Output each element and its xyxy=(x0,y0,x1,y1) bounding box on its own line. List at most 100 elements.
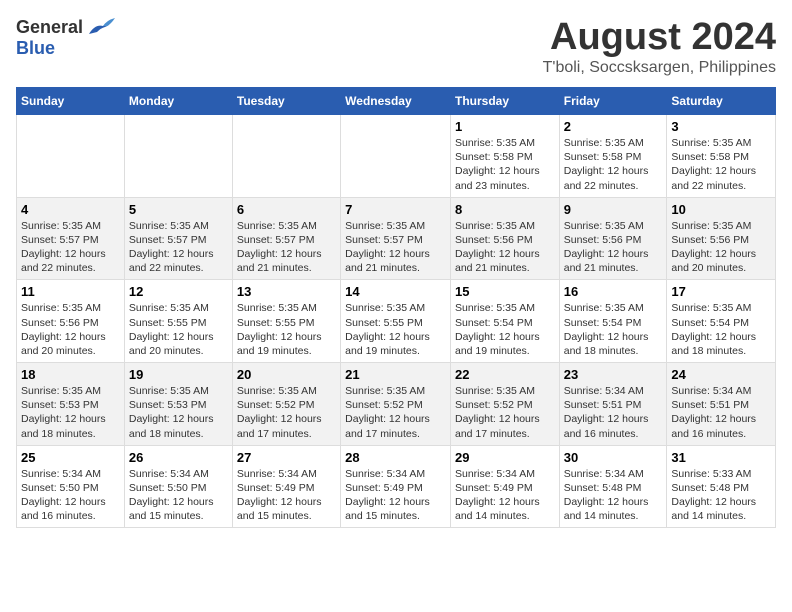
cell-sun-info: Sunrise: 5:35 AM Sunset: 5:53 PM Dayligh… xyxy=(129,384,228,441)
day-number: 10 xyxy=(671,202,771,217)
cell-sun-info: Sunrise: 5:35 AM Sunset: 5:55 PM Dayligh… xyxy=(345,301,446,358)
logo-general-text: General xyxy=(16,17,83,38)
calendar-cell: 13 Sunrise: 5:35 AM Sunset: 5:55 PM Dayli… xyxy=(232,280,340,363)
day-number: 7 xyxy=(345,202,446,217)
calendar-cell: 9 Sunrise: 5:35 AM Sunset: 5:56 PM Daylig… xyxy=(559,197,667,280)
day-number: 6 xyxy=(237,202,336,217)
calendar-cell: 19 Sunrise: 5:35 AM Sunset: 5:53 PM Dayli… xyxy=(124,363,232,446)
day-number: 29 xyxy=(455,450,555,465)
day-number: 9 xyxy=(564,202,663,217)
day-number: 20 xyxy=(237,367,336,382)
calendar-cell: 11 Sunrise: 5:35 AM Sunset: 5:56 PM Dayli… xyxy=(17,280,125,363)
cell-sun-info: Sunrise: 5:35 AM Sunset: 5:52 PM Dayligh… xyxy=(345,384,446,441)
calendar-week-row: 25 Sunrise: 5:34 AM Sunset: 5:50 PM Dayli… xyxy=(17,445,776,528)
calendar-table: SundayMondayTuesdayWednesdayThursdayFrid… xyxy=(16,87,776,528)
day-header-wednesday: Wednesday xyxy=(341,88,451,115)
calendar-header-row: SundayMondayTuesdayWednesdayThursdayFrid… xyxy=(17,88,776,115)
calendar-cell: 23 Sunrise: 5:34 AM Sunset: 5:51 PM Dayli… xyxy=(559,363,667,446)
day-number: 19 xyxy=(129,367,228,382)
day-number: 28 xyxy=(345,450,446,465)
calendar-cell: 3Sunrise: 5:35 AM Sunset: 5:58 PM Daylig… xyxy=(667,115,776,198)
calendar-cell: 17 Sunrise: 5:35 AM Sunset: 5:54 PM Dayli… xyxy=(667,280,776,363)
day-number: 31 xyxy=(671,450,771,465)
day-number: 13 xyxy=(237,284,336,299)
cell-sun-info: Sunrise: 5:35 AM Sunset: 5:54 PM Dayligh… xyxy=(564,301,663,358)
calendar-week-row: 18Sunrise: 5:35 AM Sunset: 5:53 PM Dayli… xyxy=(17,363,776,446)
day-number: 17 xyxy=(671,284,771,299)
calendar-cell: 1Sunrise: 5:35 AM Sunset: 5:58 PM Daylig… xyxy=(450,115,559,198)
cell-sun-info: Sunrise: 5:35 AM Sunset: 5:58 PM Dayligh… xyxy=(564,136,663,193)
logo-bird-icon xyxy=(87,16,115,38)
logo: General Blue xyxy=(16,16,115,59)
calendar-week-row: 4 Sunrise: 5:35 AM Sunset: 5:57 PM Daylig… xyxy=(17,197,776,280)
cell-sun-info: Sunrise: 5:34 AM Sunset: 5:51 PM Dayligh… xyxy=(564,384,663,441)
day-header-saturday: Saturday xyxy=(667,88,776,115)
day-header-monday: Monday xyxy=(124,88,232,115)
calendar-cell: 2 Sunrise: 5:35 AM Sunset: 5:58 PM Daylig… xyxy=(559,115,667,198)
day-number: 8 xyxy=(455,202,555,217)
calendar-cell: 25 Sunrise: 5:34 AM Sunset: 5:50 PM Dayli… xyxy=(17,445,125,528)
day-number: 11 xyxy=(21,284,120,299)
calendar-cell: 4 Sunrise: 5:35 AM Sunset: 5:57 PM Daylig… xyxy=(17,197,125,280)
day-number: 3 xyxy=(671,119,771,134)
calendar-cell: 16 Sunrise: 5:35 AM Sunset: 5:54 PM Dayli… xyxy=(559,280,667,363)
calendar-cell: 12 Sunrise: 5:35 AM Sunset: 5:55 PM Dayli… xyxy=(124,280,232,363)
calendar-cell: 8 Sunrise: 5:35 AM Sunset: 5:56 PM Daylig… xyxy=(450,197,559,280)
calendar-cell: 29 Sunrise: 5:34 AM Sunset: 5:49 PM Dayli… xyxy=(450,445,559,528)
calendar-week-row: 1 Sunrise: 5:35 AM Sunset: 5:58 PM Daylig… xyxy=(17,115,776,198)
calendar-cell: 5Sunrise: 5:35 AM Sunset: 5:57 PM Daylig… xyxy=(124,197,232,280)
day-number: 21 xyxy=(345,367,446,382)
logo-blue-text: Blue xyxy=(16,38,55,59)
day-header-sunday: Sunday xyxy=(17,88,125,115)
cell-sun-info: Sunrise: 5:34 AM Sunset: 5:49 PM Dayligh… xyxy=(455,467,555,524)
cell-sun-info: Sunrise: 5:35 AM Sunset: 5:57 PM Dayligh… xyxy=(237,219,336,276)
cell-sun-info: Sunrise: 5:35 AM Sunset: 5:55 PM Dayligh… xyxy=(237,301,336,358)
calendar-cell: 31 Sunrise: 5:33 AM Sunset: 5:48 PM Dayli… xyxy=(667,445,776,528)
day-number: 25 xyxy=(21,450,120,465)
calendar-cell: 14Sunrise: 5:35 AM Sunset: 5:55 PM Dayli… xyxy=(341,280,451,363)
cell-sun-info: Sunrise: 5:34 AM Sunset: 5:50 PM Dayligh… xyxy=(21,467,120,524)
cell-sun-info: Sunrise: 5:35 AM Sunset: 5:53 PM Dayligh… xyxy=(21,384,120,441)
calendar-cell: 10 Sunrise: 5:35 AM Sunset: 5:56 PM Dayli… xyxy=(667,197,776,280)
day-number: 1 xyxy=(455,119,555,134)
calendar-cell: 20Sunrise: 5:35 AM Sunset: 5:52 PM Dayli… xyxy=(232,363,340,446)
day-number: 15 xyxy=(455,284,555,299)
day-number: 5 xyxy=(129,202,228,217)
day-number: 26 xyxy=(129,450,228,465)
cell-sun-info: Sunrise: 5:33 AM Sunset: 5:48 PM Dayligh… xyxy=(671,467,771,524)
cell-sun-info: Sunrise: 5:35 AM Sunset: 5:52 PM Dayligh… xyxy=(455,384,555,441)
cell-sun-info: Sunrise: 5:34 AM Sunset: 5:49 PM Dayligh… xyxy=(237,467,336,524)
location-title: T'boli, Soccsksargen, Philippines xyxy=(543,59,776,77)
calendar-cell: 24 Sunrise: 5:34 AM Sunset: 5:51 PM Dayli… xyxy=(667,363,776,446)
cell-sun-info: Sunrise: 5:35 AM Sunset: 5:57 PM Dayligh… xyxy=(345,219,446,276)
day-number: 12 xyxy=(129,284,228,299)
day-number: 4 xyxy=(21,202,120,217)
cell-sun-info: Sunrise: 5:35 AM Sunset: 5:54 PM Dayligh… xyxy=(671,301,771,358)
calendar-cell: 30Sunrise: 5:34 AM Sunset: 5:48 PM Dayli… xyxy=(559,445,667,528)
calendar-cell: 18Sunrise: 5:35 AM Sunset: 5:53 PM Dayli… xyxy=(17,363,125,446)
cell-sun-info: Sunrise: 5:35 AM Sunset: 5:56 PM Dayligh… xyxy=(564,219,663,276)
cell-sun-info: Sunrise: 5:34 AM Sunset: 5:50 PM Dayligh… xyxy=(129,467,228,524)
cell-sun-info: Sunrise: 5:34 AM Sunset: 5:51 PM Dayligh… xyxy=(671,384,771,441)
calendar-cell: 26 Sunrise: 5:34 AM Sunset: 5:50 PM Dayli… xyxy=(124,445,232,528)
calendar-cell: 6 Sunrise: 5:35 AM Sunset: 5:57 PM Daylig… xyxy=(232,197,340,280)
day-header-friday: Friday xyxy=(559,88,667,115)
calendar-cell: 27Sunrise: 5:34 AM Sunset: 5:49 PM Dayli… xyxy=(232,445,340,528)
title-area: August 2024 T'boli, Soccsksargen, Philip… xyxy=(543,16,776,77)
calendar-cell xyxy=(341,115,451,198)
cell-sun-info: Sunrise: 5:35 AM Sunset: 5:55 PM Dayligh… xyxy=(129,301,228,358)
day-header-thursday: Thursday xyxy=(450,88,559,115)
day-number: 2 xyxy=(564,119,663,134)
day-number: 23 xyxy=(564,367,663,382)
calendar-week-row: 11 Sunrise: 5:35 AM Sunset: 5:56 PM Dayli… xyxy=(17,280,776,363)
day-number: 22 xyxy=(455,367,555,382)
cell-sun-info: Sunrise: 5:35 AM Sunset: 5:57 PM Dayligh… xyxy=(21,219,120,276)
day-number: 24 xyxy=(671,367,771,382)
cell-sun-info: Sunrise: 5:35 AM Sunset: 5:56 PM Dayligh… xyxy=(21,301,120,358)
calendar-cell: 15Sunrise: 5:35 AM Sunset: 5:54 PM Dayli… xyxy=(450,280,559,363)
calendar-cell xyxy=(17,115,125,198)
cell-sun-info: Sunrise: 5:35 AM Sunset: 5:56 PM Dayligh… xyxy=(455,219,555,276)
day-number: 16 xyxy=(564,284,663,299)
month-title: August 2024 xyxy=(543,16,776,59)
cell-sun-info: Sunrise: 5:35 AM Sunset: 5:56 PM Dayligh… xyxy=(671,219,771,276)
